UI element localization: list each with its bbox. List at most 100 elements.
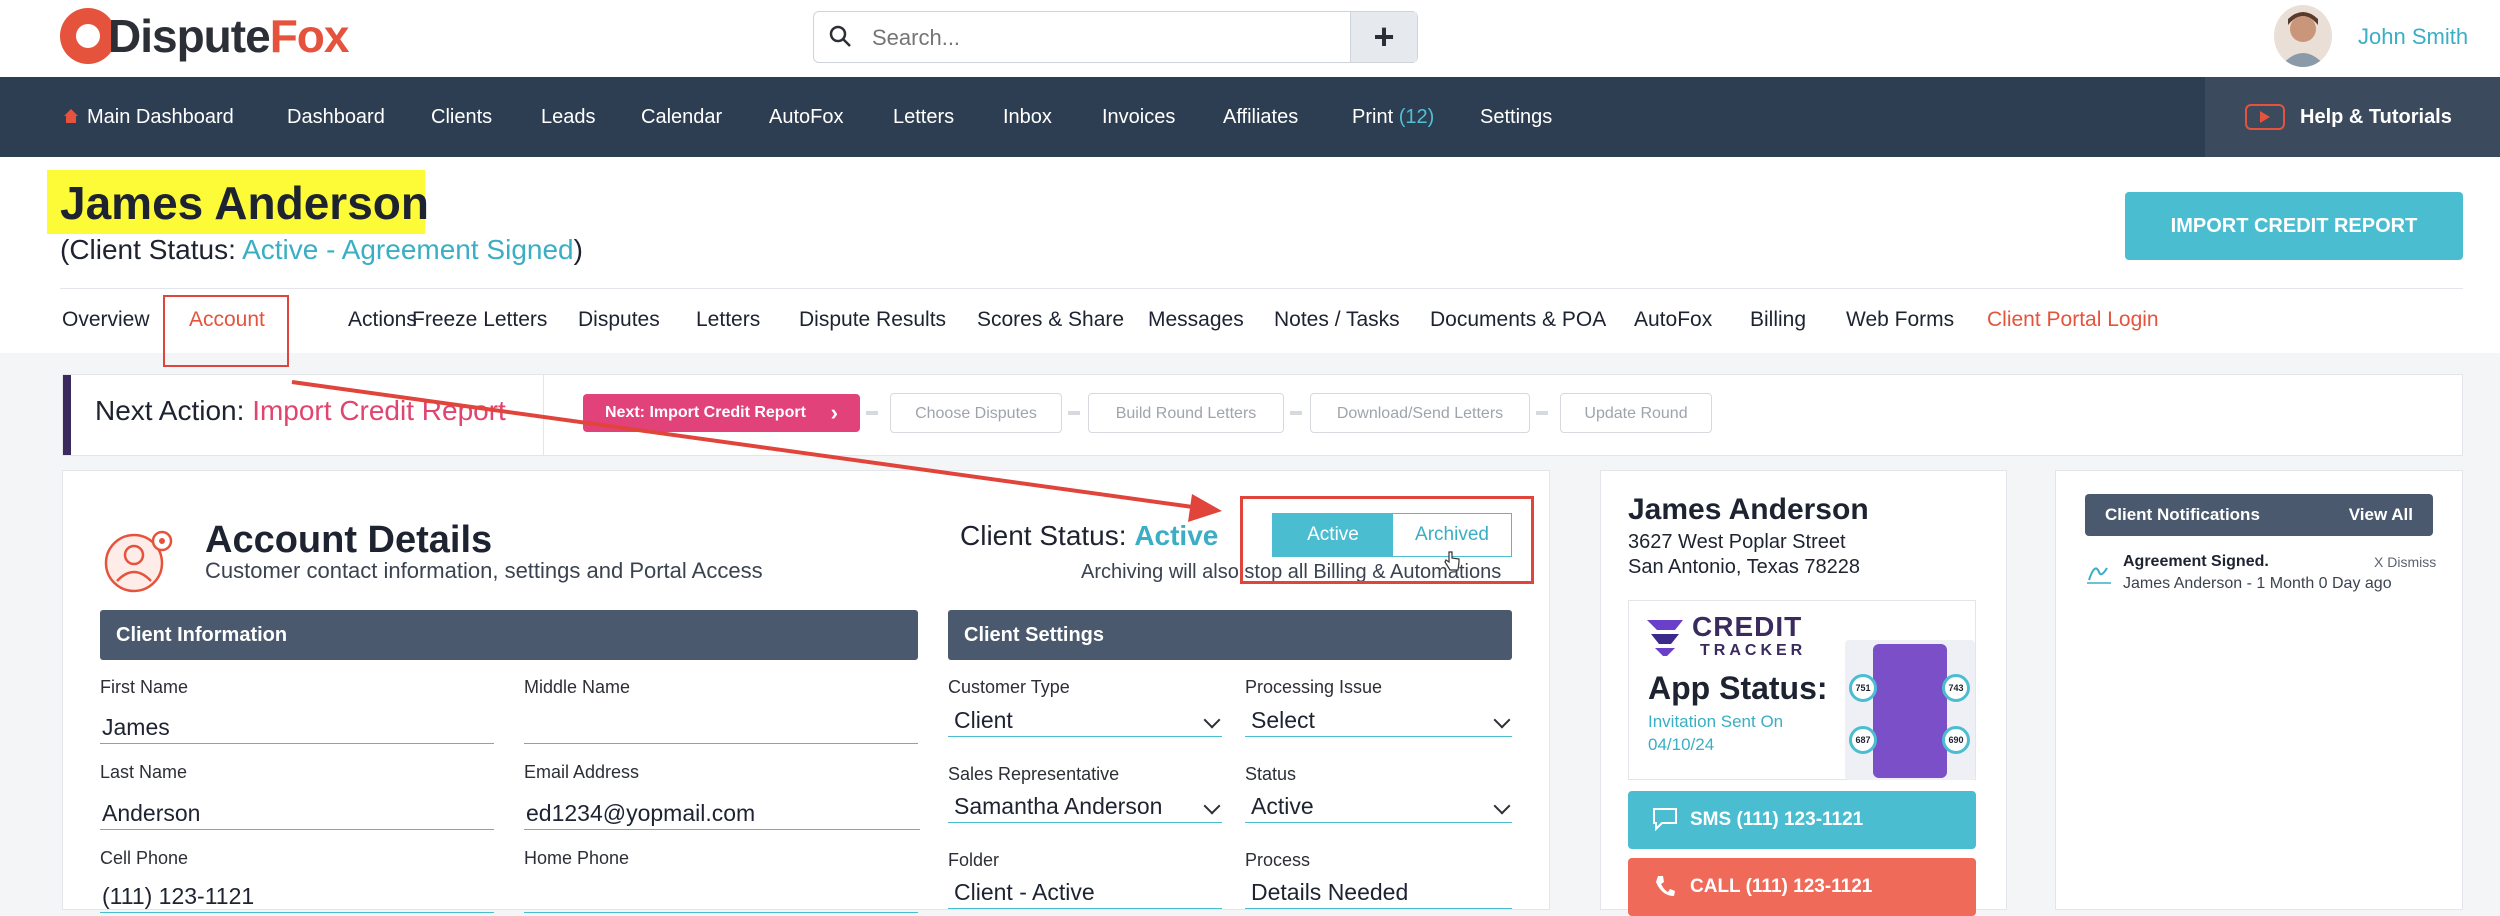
call-label: CALL (111) 123-1121	[1690, 876, 1873, 897]
tab-web-forms[interactable]: Web Forms	[1846, 308, 1954, 332]
credit-tracker-brand: CREDIT	[1692, 611, 1803, 642]
email-label: Email Address	[524, 762, 640, 782]
sales-rep-select[interactable]: Samantha Anderson	[948, 790, 1222, 823]
step-update-round[interactable]: Update Round	[1560, 393, 1712, 433]
nav-autofox[interactable]: AutoFox	[769, 77, 843, 157]
tab-billing[interactable]: Billing	[1750, 308, 1806, 332]
app-status-line-1: Invitation Sent On	[1648, 712, 1784, 731]
sms-button[interactable]: SMS (111) 123-1121	[1628, 791, 1976, 849]
client-status-prefix: Client Status:	[960, 520, 1135, 551]
status-suffix: )	[573, 234, 583, 265]
credit-tracker-logo-icon	[1647, 620, 1683, 656]
select-value: Client	[954, 707, 1013, 733]
nav-inbox[interactable]: Inbox	[1003, 77, 1052, 157]
app-status-line-2: 04/10/24	[1648, 735, 1715, 754]
tab-autofox[interactable]: AutoFox	[1634, 308, 1712, 332]
folder-select[interactable]: Client - Active	[948, 876, 1222, 909]
nav-clients[interactable]: Clients	[431, 77, 492, 157]
app-status-detail: Invitation Sent On 04/10/24	[1648, 710, 1783, 756]
step-connector	[1290, 411, 1302, 415]
processing-issue-label: Processing Issue	[1245, 677, 1383, 697]
status-select[interactable]: Active	[1245, 790, 1512, 823]
sms-label: SMS (111) 123-1121	[1690, 809, 1864, 830]
step-build-round-letters[interactable]: Build Round Letters	[1088, 393, 1284, 433]
step-connector	[1536, 411, 1548, 415]
tab-messages[interactable]: Messages	[1148, 308, 1244, 332]
step-choose-disputes[interactable]: Choose Disputes	[890, 393, 1062, 433]
tab-documents-poa[interactable]: Documents & POA	[1430, 308, 1606, 332]
client-status-label: Client Status: Active	[960, 518, 1218, 554]
first-name-field[interactable]: James	[100, 711, 494, 744]
tab-overview[interactable]: Overview	[62, 308, 150, 332]
youtube-play-icon	[2245, 104, 2285, 130]
search-icon[interactable]	[828, 24, 852, 48]
user-name[interactable]: John Smith	[2358, 24, 2468, 50]
view-all-link[interactable]: View All	[2349, 494, 2413, 536]
processing-issue-select[interactable]: Select	[1245, 704, 1512, 737]
nav-calendar[interactable]: Calendar	[641, 77, 722, 157]
nav-print[interactable]: Print (12)	[1352, 77, 1434, 157]
folder-label: Folder	[948, 850, 1000, 870]
email-field[interactable]: ed1234@yopmail.com	[524, 797, 920, 830]
brand-logo[interactable]: DisputeFox	[108, 8, 350, 64]
nav-main-dashboard[interactable]: Main Dashboard	[63, 77, 234, 157]
client-address: 3627 West Poplar Street San Antonio, Texa…	[1628, 530, 1860, 580]
signature-icon	[2087, 567, 2111, 584]
process-select[interactable]: Details Needed	[1245, 876, 1512, 909]
step-download-send-letters[interactable]: Download/Send Letters	[1310, 393, 1530, 433]
chevron-down-icon	[1493, 797, 1511, 815]
tab-freeze-letters[interactable]: Freeze Letters	[412, 308, 547, 332]
nav-invoices[interactable]: Invoices	[1102, 77, 1175, 157]
score-gauge: 743	[1942, 674, 1970, 702]
next-step-label: Next: Import Credit Report	[605, 404, 806, 421]
next-step-button[interactable]: Next: Import Credit Report ›	[583, 394, 860, 432]
cell-phone-field[interactable]: (111) 123-1121	[100, 880, 494, 913]
process-label: Process	[1245, 850, 1311, 870]
client-status-line: (Client Status: Active - Agreement Signe…	[60, 232, 583, 268]
home-phone-field[interactable]	[524, 880, 918, 913]
status-toggle-annotation-box	[1240, 496, 1534, 584]
tab-notes-tasks[interactable]: Notes / Tasks	[1274, 308, 1400, 332]
tab-client-portal-login[interactable]: Client Portal Login	[1987, 308, 2159, 332]
credit-tracker-brand-sub: TRACKER	[1700, 642, 1807, 659]
tab-disputes[interactable]: Disputes	[578, 308, 660, 332]
client-status-value: Active	[1134, 520, 1219, 551]
search-input[interactable]	[870, 22, 1354, 54]
step-connector	[866, 411, 878, 415]
avatar[interactable]	[2274, 5, 2332, 67]
select-value: Select	[1251, 707, 1315, 733]
cell-phone-label: Cell Phone	[100, 848, 189, 868]
tab-letters[interactable]: Letters	[696, 308, 760, 332]
nav-leads[interactable]: Leads	[541, 77, 596, 157]
help-tutorials-button[interactable]: Help & Tutorials	[2205, 77, 2500, 157]
nav-affiliates[interactable]: Affiliates	[1223, 77, 1298, 157]
notifications-header: Client Notifications View All	[2085, 494, 2433, 536]
account-settings-icon	[104, 530, 173, 593]
last-name-label: Last Name	[100, 762, 188, 782]
call-button[interactable]: CALL (111) 123-1121	[1628, 858, 1976, 916]
tab-dispute-results[interactable]: Dispute Results	[799, 308, 946, 332]
page-title: James Anderson	[60, 177, 429, 229]
brand-name-part2: Fox	[269, 10, 350, 62]
nav-letters[interactable]: Letters	[893, 77, 954, 157]
home-phone-label: Home Phone	[524, 848, 630, 868]
nav-label: Print	[1352, 106, 1394, 128]
divider	[60, 288, 2463, 289]
nav-settings[interactable]: Settings	[1480, 77, 1552, 157]
select-value: Details Needed	[1251, 879, 1409, 905]
tab-scores-share[interactable]: Scores & Share	[977, 308, 1124, 332]
score-gauge: 690	[1942, 726, 1970, 754]
app-status-label: App Status:	[1648, 670, 1828, 706]
dismiss-button[interactable]: X Dismiss	[2374, 554, 2436, 570]
middle-name-field[interactable]	[524, 711, 918, 744]
last-name-field[interactable]: Anderson	[100, 797, 494, 830]
account-tab-annotation-box	[163, 295, 289, 367]
add-button[interactable]: +	[1350, 12, 1417, 62]
nav-dashboard[interactable]: Dashboard	[287, 77, 385, 157]
tab-actions[interactable]: Actions	[348, 308, 417, 332]
import-credit-report-button[interactable]: IMPORT CREDIT REPORT	[2125, 192, 2463, 260]
search-bar: +	[813, 11, 1418, 63]
status-label: Status	[1245, 764, 1297, 784]
step-connector	[1068, 411, 1080, 415]
customer-type-select[interactable]: Client	[948, 704, 1222, 737]
